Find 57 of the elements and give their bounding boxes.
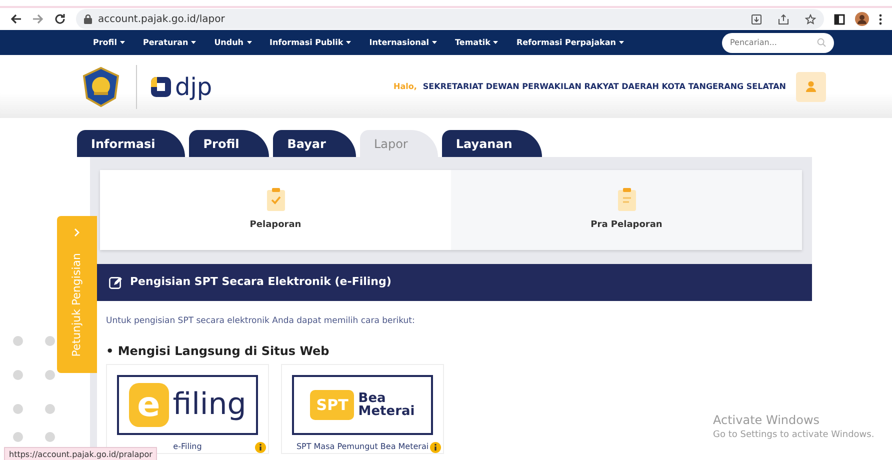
- reload-icon[interactable]: [54, 13, 66, 25]
- install-icon[interactable]: [751, 14, 762, 24]
- logo-word: Bea Meterai: [358, 392, 415, 418]
- caret-icon: [246, 40, 252, 44]
- app-label: e-Filing: [172, 440, 203, 453]
- logo-mark-icon: [151, 76, 171, 96]
- page-tab[interactable]: Profil: [189, 130, 270, 157]
- sidebar-icon[interactable]: [834, 14, 845, 24]
- clipboard-icon: [618, 188, 636, 211]
- nav-menu-item[interactable]: Internasional: [360, 36, 446, 48]
- app-label: SPT Masa Pemungut Bea Meterai: [295, 440, 430, 453]
- status-url: https://account.pajak.go.id/pralapor: [4, 447, 158, 460]
- edit-icon: [109, 276, 122, 289]
- chevron-right-icon: [74, 228, 80, 237]
- emblem-icon: [80, 66, 122, 108]
- nav-menu-item[interactable]: Unduh: [205, 36, 260, 48]
- url-text: account.pajak.go.id/lapor: [98, 12, 225, 26]
- logo-text: djp: [175, 72, 212, 102]
- user-icon: [806, 81, 816, 92]
- more-icon[interactable]: [879, 14, 882, 24]
- back-icon[interactable]: [10, 13, 22, 25]
- nav-menu-item[interactable]: Reformasi Perpajakan: [507, 36, 633, 48]
- nav-menu-item[interactable]: Profil: [84, 36, 134, 48]
- section-title: Pengisian SPT Secara Elektronik (e-Filing): [130, 274, 392, 290]
- nav-menu-item[interactable]: Tematik: [446, 36, 508, 48]
- activation-title: Activate Windows: [713, 412, 821, 429]
- intro-text: Untuk pengisian SPT secara elektronik Anda dapat memilih cara berikut:: [106, 315, 416, 328]
- activation-subtitle: Go to Settings to activate Windows.: [713, 429, 874, 442]
- logo-badge: SPT: [310, 390, 354, 420]
- user-name: SEKRETARIAT DEWAN PERWAKILAN RAKYAT DAERAH KOTA TANGERANG SELATAN: [422, 80, 786, 92]
- nav-menu-item[interactable]: Informasi Publik: [260, 36, 360, 48]
- report-option[interactable]: Pra Pelaporan: [451, 170, 802, 250]
- forward-icon[interactable]: [32, 13, 44, 25]
- share-icon[interactable]: [778, 14, 789, 24]
- page-tab[interactable]: Informasi: [77, 130, 186, 157]
- caret-icon: [493, 40, 498, 44]
- page-tab[interactable]: Layanan: [442, 130, 542, 157]
- logo-letter: e: [128, 382, 169, 427]
- lock-icon: [84, 14, 92, 24]
- nav-menu-item[interactable]: Peraturan: [134, 36, 206, 48]
- clipboard-check-icon: [266, 188, 284, 211]
- info-icon[interactable]: [430, 442, 441, 453]
- info-icon[interactable]: [255, 442, 266, 453]
- caret-icon: [618, 40, 624, 44]
- caret-icon: [346, 40, 352, 44]
- caret-icon: [432, 40, 438, 44]
- caret-icon: [191, 40, 196, 44]
- address-bar[interactable]: account.pajak.go.id/lapor: [76, 9, 824, 29]
- star-icon[interactable]: [805, 14, 816, 24]
- report-option[interactable]: Pelaporan: [100, 170, 451, 250]
- caret-icon: [120, 40, 125, 44]
- search-field[interactable]: Pencarian...: [722, 32, 834, 52]
- greeting-text: Halo,: [394, 80, 417, 92]
- page-tab[interactable]: Bayar: [273, 130, 356, 157]
- logo-word: filing: [172, 390, 246, 420]
- method-heading: • Mengisi Langsung di Situs Web: [106, 342, 330, 360]
- avatar-icon[interactable]: [855, 12, 869, 26]
